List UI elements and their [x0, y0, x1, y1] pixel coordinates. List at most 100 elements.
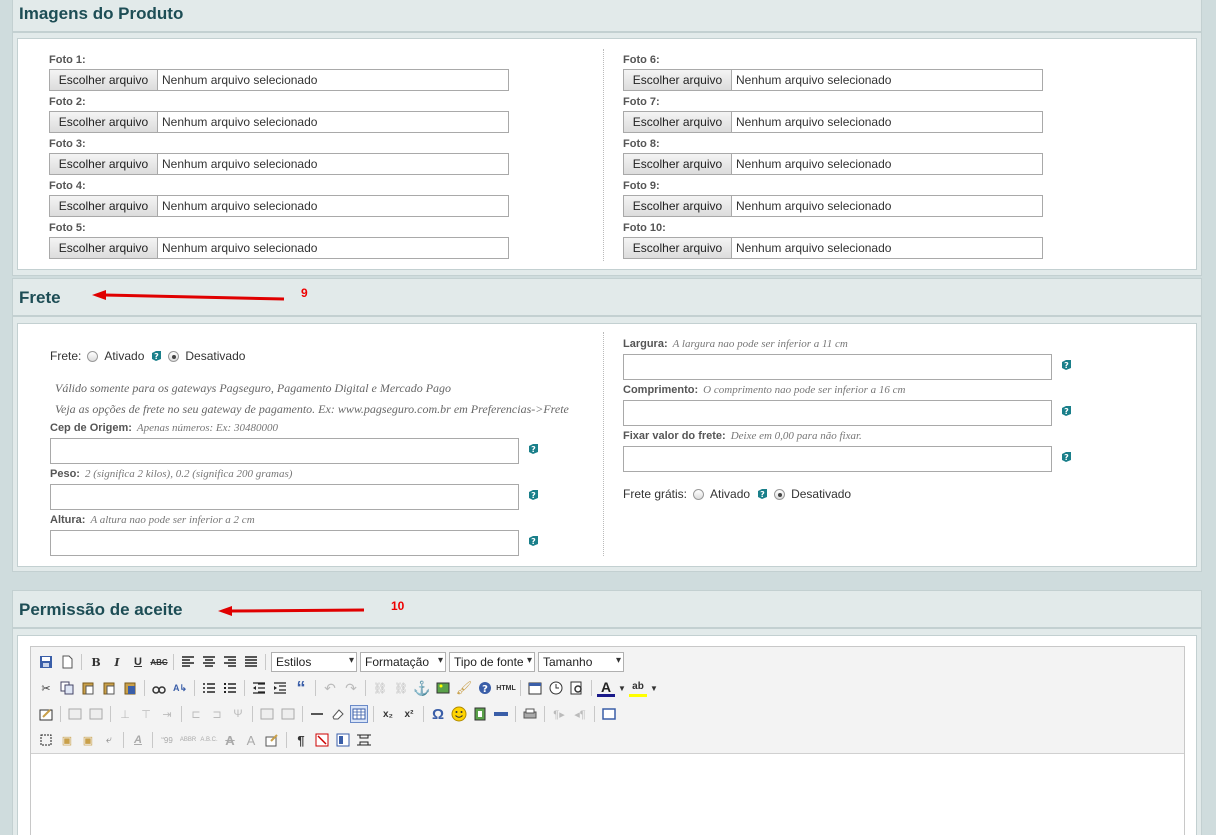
comprimento-help-icon[interactable]: ?: [1060, 405, 1072, 417]
insert-col-before-icon[interactable]: ⊏: [187, 705, 205, 723]
rtl-icon[interactable]: ◂¶: [571, 705, 589, 723]
paste-word-icon[interactable]: [121, 679, 139, 697]
visual-chars-icon[interactable]: ¶: [292, 731, 310, 749]
align-justify-icon[interactable]: [242, 653, 260, 671]
fullscreen-icon[interactable]: [600, 705, 618, 723]
layer-up-icon[interactable]: ▣: [79, 731, 97, 749]
page-break-icon[interactable]: [492, 705, 510, 723]
pagebreak-icon[interactable]: [355, 731, 373, 749]
photo-file-input[interactable]: Escolher arquivo Nenhum arquivo seleciona…: [623, 195, 1043, 217]
delete-row-icon[interactable]: ⇥: [158, 705, 176, 723]
photo-file-input[interactable]: Escolher arquivo Nenhum arquivo seleciona…: [623, 237, 1043, 259]
preview-icon[interactable]: [568, 679, 586, 697]
choose-file-button[interactable]: Escolher arquivo: [50, 70, 158, 90]
choose-file-button[interactable]: Escolher arquivo: [50, 154, 158, 174]
altura-input[interactable]: [50, 530, 519, 556]
help-icon[interactable]: ?: [756, 488, 768, 500]
photo-file-input[interactable]: Escolher arquivo Nenhum arquivo seleciona…: [623, 69, 1043, 91]
attribs-icon[interactable]: [263, 731, 281, 749]
help-icon[interactable]: ?: [150, 350, 162, 362]
media-icon[interactable]: [471, 705, 489, 723]
photo-file-input[interactable]: Escolher arquivo Nenhum arquivo seleciona…: [49, 69, 509, 91]
edit-form-icon[interactable]: [37, 705, 55, 723]
largura-help-icon[interactable]: ?: [1060, 359, 1072, 371]
link-icon[interactable]: ⛓: [371, 679, 389, 697]
photo-file-input[interactable]: Escolher arquivo Nenhum arquivo seleciona…: [49, 195, 509, 217]
layer-icon[interactable]: ▣: [58, 731, 76, 749]
smiley-icon[interactable]: [450, 705, 468, 723]
bold-button[interactable]: B: [87, 653, 105, 671]
replace-icon[interactable]: A↳: [171, 679, 189, 697]
chevron-down-icon[interactable]: ▼: [618, 679, 626, 697]
nonbreaking-icon[interactable]: [313, 731, 331, 749]
insert-row-before-icon[interactable]: ⊥: [116, 705, 134, 723]
insert-col-after-icon[interactable]: ⊐: [208, 705, 226, 723]
chevron-down-icon[interactable]: ▼: [650, 679, 658, 697]
cep-help-icon[interactable]: ?: [527, 443, 539, 455]
photo-file-input[interactable]: Escolher arquivo Nenhum arquivo seleciona…: [49, 153, 509, 175]
frete-radio-desativado[interactable]: [168, 350, 180, 362]
underline-button[interactable]: U: [129, 653, 147, 671]
format-brush-icon[interactable]: 🖌: [455, 679, 473, 697]
photo-file-input[interactable]: Escolher arquivo Nenhum arquivo seleciona…: [623, 111, 1043, 133]
outdent-icon[interactable]: [250, 679, 268, 697]
image-icon[interactable]: [434, 679, 452, 697]
choose-file-button[interactable]: Escolher arquivo: [624, 70, 732, 90]
template-icon[interactable]: [334, 731, 352, 749]
altura-help-icon[interactable]: ?: [527, 535, 539, 547]
align-center-icon[interactable]: [200, 653, 218, 671]
special-char-icon[interactable]: Ω: [429, 705, 447, 723]
subscript-button[interactable]: x₂: [379, 705, 397, 723]
comprimento-input[interactable]: [623, 400, 1052, 426]
choose-file-button[interactable]: Escolher arquivo: [624, 112, 732, 132]
new-page-icon[interactable]: [58, 653, 76, 671]
numbered-list-icon[interactable]: [200, 679, 218, 697]
italic-button[interactable]: I: [108, 653, 126, 671]
undo-icon[interactable]: ↶: [321, 679, 339, 697]
anchor-icon[interactable]: ⚓: [413, 679, 431, 697]
paste-text-icon[interactable]: [100, 679, 118, 697]
choose-file-button[interactable]: Escolher arquivo: [50, 196, 158, 216]
choose-file-button[interactable]: Escolher arquivo: [624, 196, 732, 216]
largura-input[interactable]: [623, 354, 1052, 380]
table-icon[interactable]: [350, 705, 368, 723]
merge-cells-icon[interactable]: [279, 705, 297, 723]
font-size-dropdown[interactable]: Tamanho: [538, 652, 624, 672]
editor-content-area[interactable]: [31, 753, 1184, 835]
eraser-icon[interactable]: [329, 705, 347, 723]
peso-help-icon[interactable]: ?: [527, 489, 539, 501]
horizontal-rule-icon[interactable]: [308, 705, 326, 723]
highlight-color-icon[interactable]: ab: [629, 679, 647, 697]
frete-radio-ativado[interactable]: [87, 350, 99, 362]
choose-file-button[interactable]: Escolher arquivo: [50, 238, 158, 258]
photo-file-input[interactable]: Escolher arquivo Nenhum arquivo seleciona…: [623, 153, 1043, 175]
photo-file-input[interactable]: Escolher arquivo Nenhum arquivo seleciona…: [49, 111, 509, 133]
help-question-icon[interactable]: ?: [476, 679, 494, 697]
align-left-icon[interactable]: [179, 653, 197, 671]
insert-time-icon[interactable]: [547, 679, 565, 697]
print-icon[interactable]: [521, 705, 539, 723]
format-dropdown[interactable]: Formatação: [360, 652, 446, 672]
choose-file-button[interactable]: Escolher arquivo: [624, 238, 732, 258]
html-source-icon[interactable]: HTML: [496, 679, 515, 697]
save-icon[interactable]: [37, 653, 55, 671]
abbr-icon[interactable]: ABBR: [179, 731, 197, 749]
choose-file-button[interactable]: Escolher arquivo: [624, 154, 732, 174]
text-color-icon[interactable]: A: [597, 679, 615, 697]
blockquote-icon[interactable]: “: [292, 678, 310, 698]
ins-icon[interactable]: A: [242, 731, 260, 749]
styleprops-icon[interactable]: A: [129, 731, 147, 749]
strikethrough-button[interactable]: ABC: [150, 653, 168, 671]
table-row-icon[interactable]: [66, 705, 84, 723]
cep-input[interactable]: [50, 438, 519, 464]
photo-file-input[interactable]: Escolher arquivo Nenhum arquivo seleciona…: [49, 237, 509, 259]
layer-down-icon[interactable]: ⤶: [100, 731, 118, 749]
bulleted-list-icon[interactable]: [221, 679, 239, 697]
peso-input[interactable]: [50, 484, 519, 510]
unlink-icon[interactable]: ⛓: [392, 679, 410, 697]
copy-icon[interactable]: [58, 679, 76, 697]
ltr-icon[interactable]: ¶▸: [550, 705, 568, 723]
table-col-icon[interactable]: [87, 705, 105, 723]
split-cells-icon[interactable]: [258, 705, 276, 723]
indent-icon[interactable]: [271, 679, 289, 697]
